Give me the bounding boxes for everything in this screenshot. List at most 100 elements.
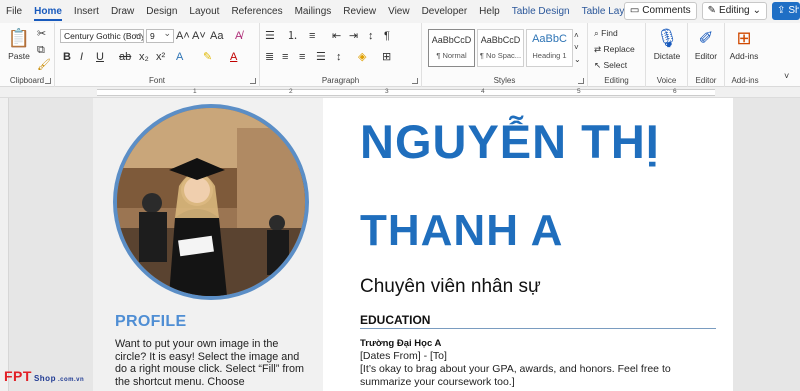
clear-formatting-icon[interactable]: A̸ (235, 29, 242, 43)
borders-icon[interactable]: ⊞ (382, 50, 391, 64)
ruler-number: 2 (289, 88, 293, 95)
bullets-icon[interactable]: ☰ (265, 29, 275, 43)
fptshop-watermark-logo: FPT Shop .com.vn (4, 368, 84, 384)
school-name[interactable]: Trường Đại Học A (360, 338, 441, 349)
document-page[interactable]: PROFILE Want to put your own image in th… (93, 98, 733, 391)
comment-icon: ▭ (629, 5, 640, 16)
comments-button[interactable]: ▭ Comments (623, 2, 697, 20)
copy-icon[interactable]: ⧉ (37, 43, 45, 57)
editor-button[interactable]: ✐ Editor (689, 25, 723, 61)
grow-font-icon[interactable]: A˄ (176, 29, 190, 43)
sort-icon[interactable]: ↕ (368, 29, 374, 43)
job-title[interactable]: Chuyên viên nhân sự (360, 276, 541, 298)
underline-icon[interactable]: U (96, 50, 104, 64)
tab-table-design[interactable]: Table Design (506, 0, 576, 23)
shrink-font-icon[interactable]: A˅ (192, 29, 206, 43)
format-painter-icon[interactable]: 🖌 (37, 58, 51, 72)
font-launcher-icon[interactable] (250, 78, 256, 84)
clipboard-group: 📋 Paste ✂ ⧉ 🖌 Clipboard (0, 23, 55, 87)
cursor-icon: ↖ (594, 60, 602, 70)
highlight-icon[interactable]: ✎ (203, 50, 212, 64)
profile-photo[interactable] (113, 104, 309, 300)
share-button[interactable]: ⇪ Share (772, 2, 800, 20)
vertical-ruler[interactable] (0, 98, 9, 391)
word-window: File Home Insert Draw Design Layout Refe… (0, 0, 800, 391)
tab-references[interactable]: References (225, 0, 288, 23)
subscript-icon[interactable]: x₂ (139, 50, 149, 64)
text-effects-icon[interactable]: A (176, 50, 183, 64)
align-left-icon[interactable]: ≣ (265, 50, 274, 64)
ruler-track: 1 2 3 4 5 6 (97, 88, 715, 96)
chevron-down-icon: ⌄ (752, 5, 761, 16)
replace-button[interactable]: ⇄ Replace (594, 44, 635, 55)
dictate-button[interactable]: 🎙 Dictate (650, 25, 684, 61)
dictate-label: Dictate (653, 51, 681, 61)
education-dates[interactable]: [Dates From] - [To] (360, 350, 447, 362)
tab-design[interactable]: Design (140, 0, 183, 23)
tab-insert[interactable]: Insert (68, 0, 105, 23)
voice-group: 🎙 Dictate Voice (646, 23, 688, 87)
increase-indent-icon[interactable]: ⇥ (349, 29, 358, 43)
education-description[interactable]: [It’s okay to brag about your GPA, award… (360, 363, 710, 388)
profile-description[interactable]: Want to put your own image in the circle… (115, 338, 311, 388)
pencil-icon: ✎ (707, 5, 717, 16)
editor-icon: ✐ (698, 28, 714, 48)
style-normal[interactable]: AaBbCcD ¶ Normal (428, 29, 475, 67)
select-button[interactable]: ↖ Select (594, 60, 627, 71)
font-color-icon[interactable]: A (230, 50, 237, 64)
style-no-spacing[interactable]: AaBbCcD ¶ No Spac... (477, 29, 524, 67)
tab-help[interactable]: Help (473, 0, 506, 23)
share-label: Share (788, 5, 800, 16)
find-button[interactable]: ⌕ Find (594, 28, 618, 39)
cut-icon[interactable]: ✂ (37, 27, 46, 41)
collapse-ribbon-icon[interactable]: ˅ (784, 69, 789, 83)
editing-group-label: Editing (604, 76, 629, 85)
numbering-icon[interactable]: ⒈ (287, 29, 298, 43)
italic-icon[interactable]: I (80, 50, 83, 64)
clipboard-launcher-icon[interactable] (45, 78, 51, 84)
tab-file[interactable]: File (0, 0, 28, 23)
style-sample: AaBbC (532, 33, 567, 45)
tab-view[interactable]: View (382, 0, 416, 23)
name-second-line[interactable]: THANH A (360, 204, 563, 258)
style-heading-1[interactable]: AaBbC Heading 1 (526, 29, 573, 67)
addins-group: ⊞ Add-ins Add-ins (725, 23, 765, 87)
select-label: Select (603, 60, 628, 70)
tab-developer[interactable]: Developer (416, 0, 474, 23)
styles-launcher-icon[interactable] (578, 78, 584, 84)
font-name-select[interactable]: Century Gothic (Body) (60, 29, 144, 43)
styles-more-icon[interactable]: ⌄ (574, 53, 581, 67)
tab-draw[interactable]: Draw (105, 0, 140, 23)
name-first-line[interactable]: NGUYỄN THỊ (360, 114, 660, 170)
top-right-actions: ▭ Comments ✎ Editing ⌄ ⇪ Share (623, 2, 800, 20)
superscript-icon[interactable]: x² (156, 50, 165, 64)
addins-button[interactable]: ⊞ Add-ins (727, 25, 761, 61)
graduate-photo-image (117, 108, 305, 296)
horizontal-ruler[interactable]: 1 2 3 4 5 6 (0, 87, 800, 98)
show-marks-icon[interactable]: ¶ (384, 29, 390, 43)
decrease-indent-icon[interactable]: ⇤ (332, 29, 341, 43)
change-case-icon[interactable]: Aa (210, 29, 223, 43)
paragraph-launcher-icon[interactable] (412, 78, 418, 84)
tab-review[interactable]: Review (337, 0, 382, 23)
bold-icon[interactable]: B (63, 50, 71, 64)
tab-layout[interactable]: Layout (183, 0, 225, 23)
ruler-number: 4 (481, 88, 485, 95)
font-size-select[interactable]: 9 (146, 29, 174, 43)
clipboard-icon: 📋 (7, 28, 31, 48)
paste-button[interactable]: 📋 Paste (2, 25, 36, 61)
tab-home[interactable]: Home (28, 0, 68, 23)
ruler-number: 6 (673, 88, 677, 95)
line-spacing-icon[interactable]: ↕ (336, 50, 342, 64)
microphone-icon: 🎙 (655, 28, 679, 48)
editor-group: ✐ Editor Editor (688, 23, 725, 87)
editing-mode-button[interactable]: ✎ Editing ⌄ (701, 2, 767, 20)
strikethrough-icon[interactable]: ab (119, 50, 131, 64)
tab-mailings[interactable]: Mailings (289, 0, 338, 23)
align-center-icon[interactable]: ≡ (282, 50, 288, 64)
shading-icon[interactable]: ◈ (358, 50, 366, 64)
justify-icon[interactable]: ☰ (316, 50, 326, 64)
align-right-icon[interactable]: ≡ (299, 50, 305, 64)
document-canvas[interactable]: PROFILE Want to put your own image in th… (0, 98, 800, 391)
multilevel-list-icon[interactable]: ≡ (309, 29, 315, 43)
